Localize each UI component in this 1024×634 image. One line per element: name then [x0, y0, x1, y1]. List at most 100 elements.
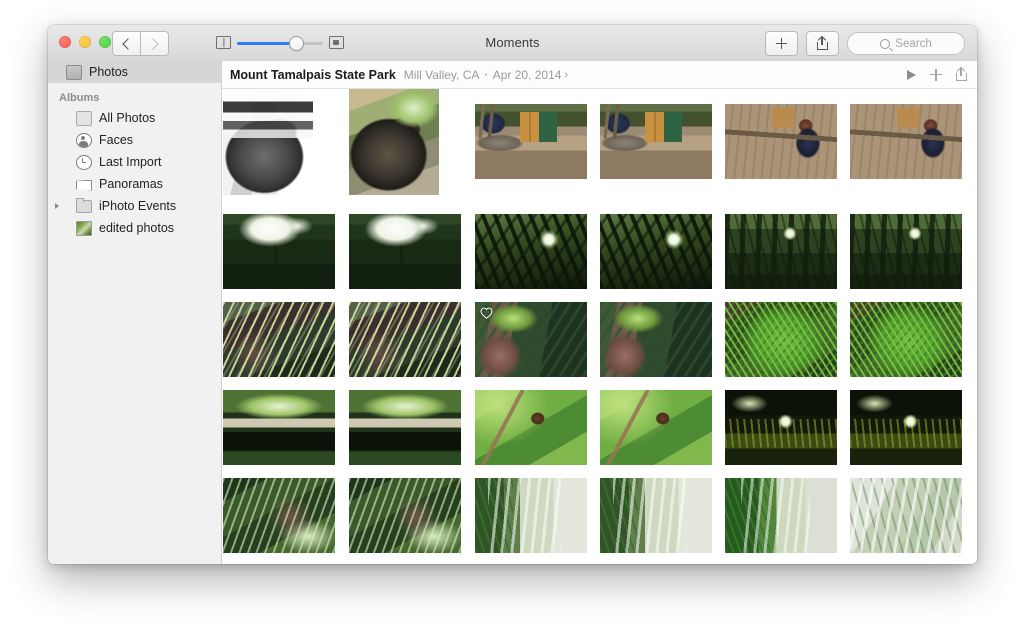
sidebar-item-label: iPhoto Events [99, 199, 177, 213]
sidebar-item-panoramas[interactable]: Panoramas [48, 173, 221, 195]
photo-image [850, 390, 962, 465]
photo-thumbnail[interactable] [475, 390, 587, 465]
window-titlebar: Moments Search [48, 25, 977, 62]
photo-image [725, 214, 837, 289]
plus-icon [776, 38, 787, 49]
photo-thumbnail[interactable] [349, 89, 439, 195]
faces-icon [76, 132, 92, 148]
photo-thumbnail[interactable] [223, 89, 313, 195]
photo-image [349, 214, 461, 289]
photo-thumbnail[interactable] [475, 214, 587, 289]
photo-grid-row [222, 478, 977, 564]
sidebar-item-last-import[interactable]: Last Import [48, 151, 221, 173]
photo-thumbnail[interactable] [349, 214, 461, 289]
photo-thumbnail[interactable] [600, 104, 712, 179]
photo-image [600, 390, 712, 465]
photo-image [725, 390, 837, 465]
sidebar: Photos Albums All Photos Faces Last Impo… [48, 61, 222, 564]
moment-header: Mount Tamalpais State Park Mill Valley, … [222, 61, 977, 89]
sidebar-item-edited-photos[interactable]: edited photos [48, 217, 221, 239]
disclosure-triangle-icon[interactable] [55, 203, 59, 209]
photo-thumbnail[interactable] [475, 478, 587, 553]
photo-grid-row [222, 390, 977, 478]
share-icon [817, 35, 828, 50]
photo-thumbnail[interactable] [725, 478, 837, 553]
sidebar-item-photos[interactable]: Photos [48, 61, 221, 83]
favorite-heart-icon[interactable] [480, 306, 493, 319]
photo-thumbnail[interactable] [725, 302, 837, 377]
search-icon [880, 38, 891, 49]
photo-image [475, 104, 587, 179]
photo-thumbnail[interactable] [349, 302, 461, 377]
photo-thumbnail[interactable] [850, 302, 962, 377]
photo-thumbnail[interactable] [223, 214, 335, 289]
photo-thumbnail[interactable] [349, 390, 461, 465]
photo-image [223, 89, 313, 195]
clock-icon [76, 154, 92, 170]
moment-date[interactable]: Apr 20, 2014 [493, 68, 562, 82]
photo-thumbnail[interactable] [725, 104, 837, 179]
moment-title[interactable]: Mount Tamalpais State Park [230, 68, 396, 82]
sidebar-item-label: Faces [99, 133, 134, 147]
moment-actions [907, 66, 967, 81]
sidebar-item-all-photos[interactable]: All Photos [48, 107, 221, 129]
photo-thumbnail[interactable] [850, 214, 962, 289]
photo-thumbnail[interactable] [223, 390, 335, 465]
photo-thumbnail[interactable] [223, 478, 335, 553]
play-icon[interactable] [907, 69, 916, 80]
photo-thumbnail[interactable] [600, 214, 712, 289]
share-button[interactable] [806, 31, 839, 56]
photos-app-window: Moments Search Photos Albums All Photos … [48, 25, 977, 564]
photo-image [223, 302, 335, 377]
plus-icon[interactable] [930, 68, 942, 81]
sidebar-item-label: Panoramas [99, 177, 163, 191]
photo-image [600, 214, 712, 289]
panorama-icon [76, 179, 92, 191]
window-body: Photos Albums All Photos Faces Last Impo… [48, 61, 977, 564]
add-button[interactable] [765, 31, 798, 56]
photo-thumbnail[interactable] [850, 478, 962, 553]
photo-image [475, 390, 587, 465]
photo-thumbnail[interactable] [850, 390, 962, 465]
all-photos-icon [76, 110, 92, 126]
photo-image [349, 478, 461, 553]
photo-image [850, 104, 962, 179]
sidebar-item-faces[interactable]: Faces [48, 129, 221, 151]
photos-icon [66, 64, 82, 80]
photo-thumbnail[interactable] [475, 302, 587, 377]
sidebar-item-label: Last Import [99, 155, 162, 169]
photo-image [850, 302, 962, 377]
photo-image [349, 89, 439, 195]
sidebar-item-iphoto-events[interactable]: iPhoto Events [48, 195, 221, 217]
toolbar-right-group: Search [765, 31, 965, 56]
photo-image [725, 104, 837, 179]
photo-grid [222, 89, 977, 564]
search-input[interactable]: Search [847, 32, 965, 55]
photo-image [600, 478, 712, 553]
photo-thumbnail[interactable] [600, 478, 712, 553]
photo-image [725, 302, 837, 377]
content-area: Mount Tamalpais State Park Mill Valley, … [222, 61, 977, 564]
share-icon[interactable] [956, 66, 967, 81]
photo-thumbnail[interactable] [223, 302, 335, 377]
photo-grid-row [222, 89, 977, 199]
moment-location[interactable]: Mill Valley, CA [404, 68, 480, 82]
album-thumbnail-icon [76, 220, 92, 236]
photo-image [850, 214, 962, 289]
photo-thumbnail[interactable] [349, 478, 461, 553]
moment-disclosure-icon[interactable]: › [564, 69, 568, 81]
photo-thumbnail[interactable] [600, 302, 712, 377]
photo-image [475, 214, 587, 289]
photo-thumbnail[interactable] [600, 390, 712, 465]
photo-image [475, 478, 587, 553]
photo-image [349, 302, 461, 377]
search-placeholder: Search [895, 37, 932, 50]
photo-image [223, 214, 335, 289]
photo-thumbnail[interactable] [725, 390, 837, 465]
photo-thumbnail[interactable] [475, 104, 587, 179]
photo-thumbnail[interactable] [850, 104, 962, 179]
photo-image [600, 302, 712, 377]
sidebar-item-label: edited photos [99, 221, 175, 235]
photo-grid-row [222, 302, 977, 390]
photo-thumbnail[interactable] [725, 214, 837, 289]
